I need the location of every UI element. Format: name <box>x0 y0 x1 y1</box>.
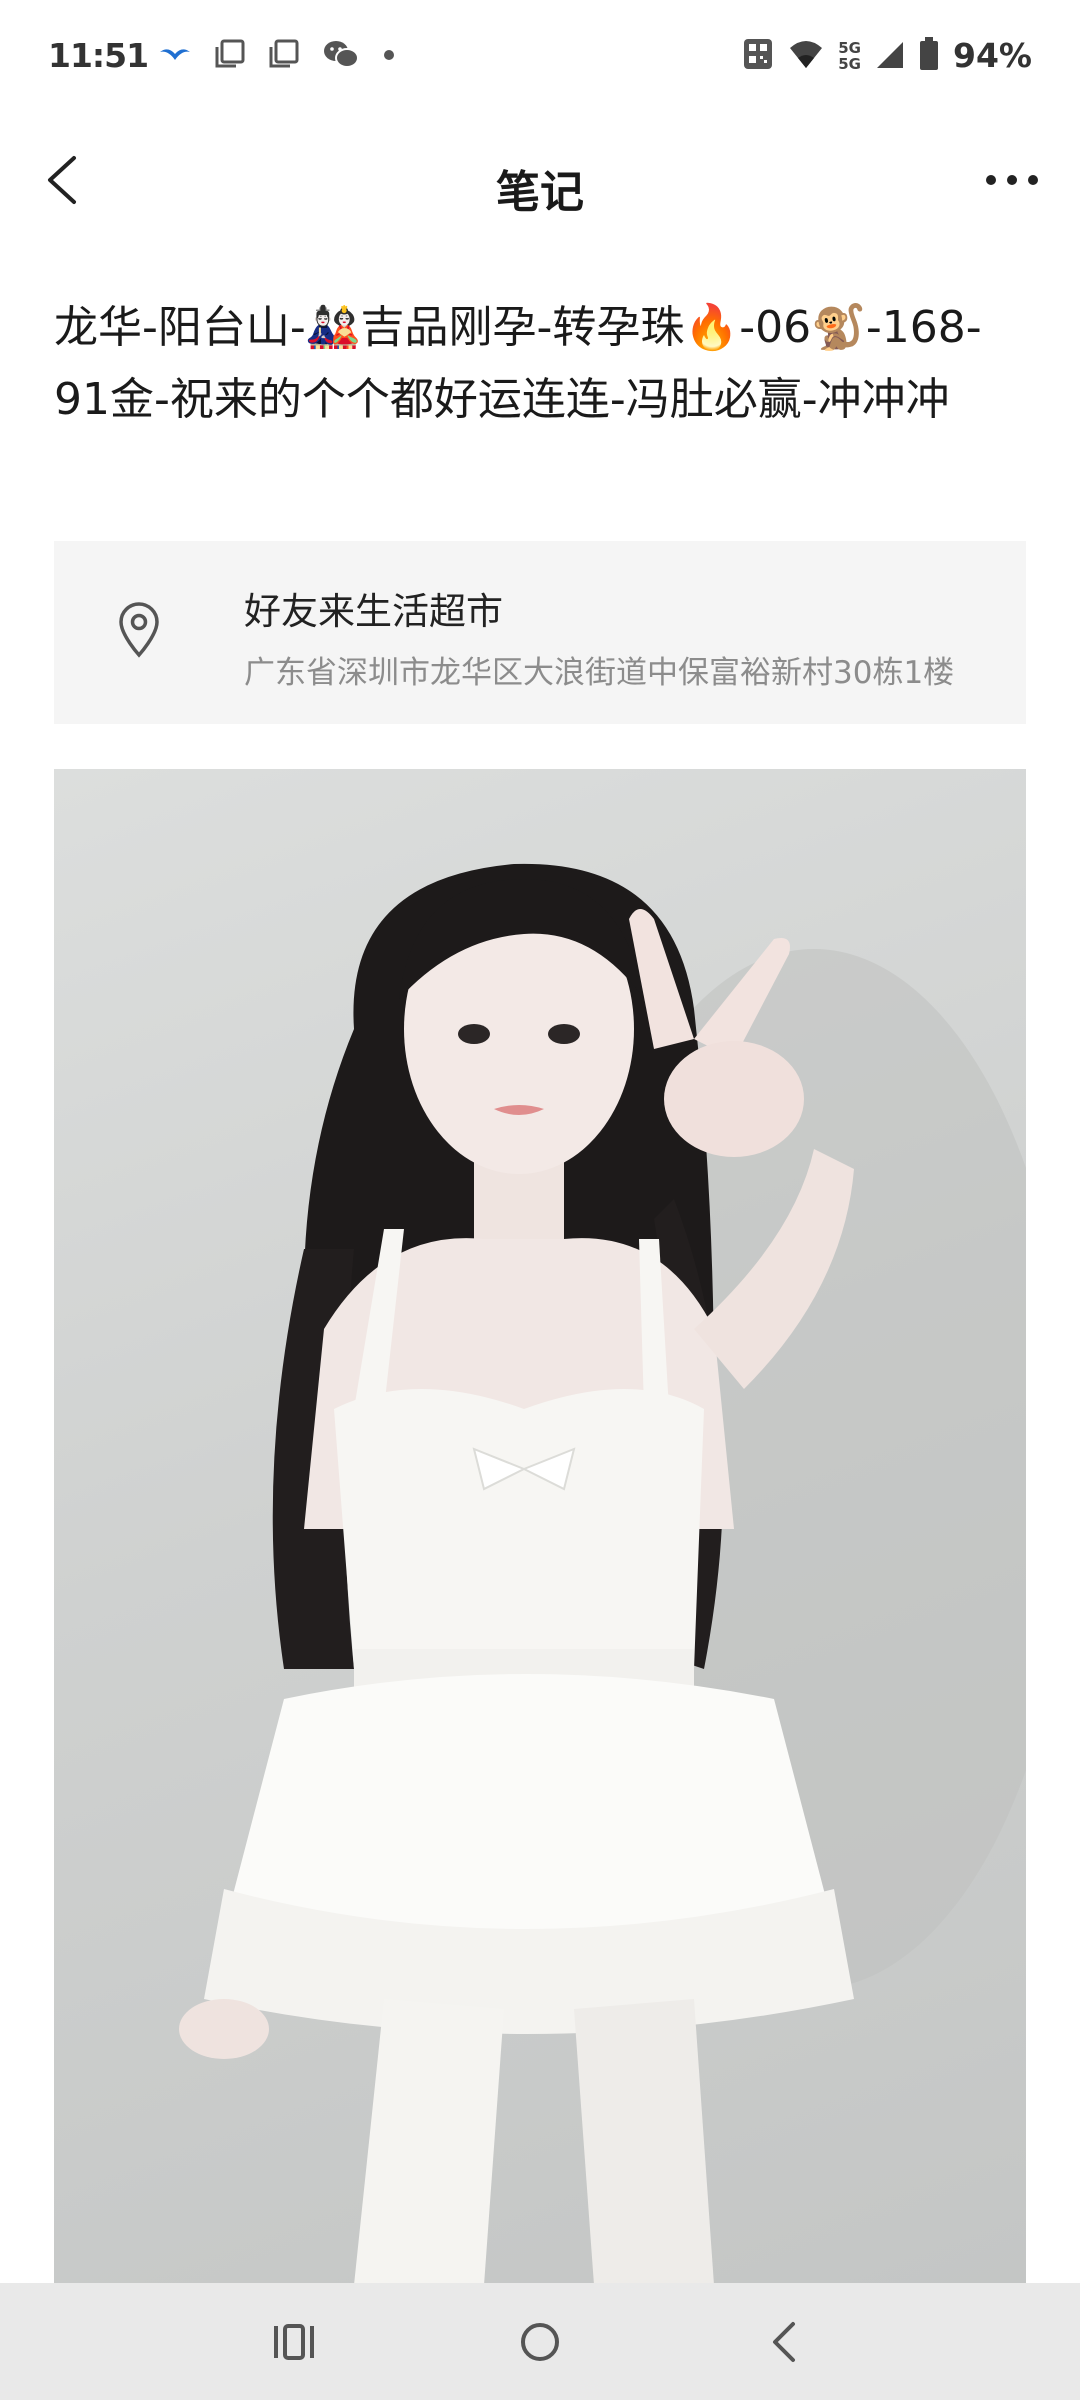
square-notification-icon <box>214 38 246 74</box>
note-photo[interactable] <box>54 769 1026 2285</box>
signal-icon <box>875 38 905 74</box>
battery-percent: 94% <box>953 36 1032 75</box>
recent-apps-icon <box>274 2324 314 2360</box>
location-card[interactable]: 好友来生活超市 广东省深圳市龙华区大浪街道中保富裕新村30栋1楼 <box>54 541 1026 724</box>
back-icon <box>773 2322 795 2362</box>
home-button[interactable] <box>500 2309 580 2375</box>
more-horizontal-icon <box>986 175 1038 185</box>
page-title: 笔记 <box>496 167 584 218</box>
status-left-icons <box>158 38 396 74</box>
note-title: 龙华-阳台山-🎎吉品刚孕-转孕珠🔥-06🐒-168-91金-祝来的个个都好运连连… <box>54 302 982 425</box>
location-name: 好友来生活超市 <box>244 590 503 633</box>
portrait-illustration <box>179 863 1026 2285</box>
map-pin-icon <box>116 601 162 663</box>
more-button[interactable] <box>972 150 1052 210</box>
system-nav-bar <box>0 2283 1080 2400</box>
square-notification-icon <box>268 38 300 74</box>
battery-icon <box>919 36 939 75</box>
dot-icon <box>382 47 396 66</box>
status-time: 11:51 <box>48 36 149 75</box>
top-nav-bar: 笔记 <box>0 120 1080 240</box>
network-type: 5G 5G <box>838 38 861 73</box>
status-right-icons: 5G 5G 94% <box>742 36 1032 75</box>
location-address: 广东省深圳市龙华区大浪街道中保富裕新村30栋1楼 <box>244 655 955 691</box>
wechat-icon <box>322 38 360 74</box>
status-bar: 11:51 5G 5G 94% <box>0 0 1080 110</box>
recent-apps-button[interactable] <box>254 2309 334 2375</box>
qr-icon <box>742 37 774 75</box>
system-back-button[interactable] <box>744 2309 824 2375</box>
home-icon <box>521 2323 559 2361</box>
bird-app-icon <box>158 42 192 70</box>
wifi-icon <box>788 38 824 74</box>
